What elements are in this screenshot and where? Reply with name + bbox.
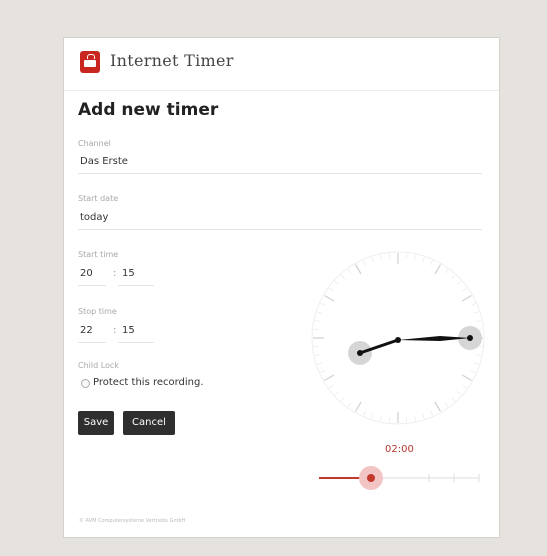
clock-tick bbox=[328, 287, 334, 292]
stop-time-label: Stop time bbox=[78, 307, 117, 316]
clock-tick bbox=[340, 274, 345, 279]
channel-underline bbox=[78, 173, 482, 174]
start-time-separator: : bbox=[113, 268, 117, 279]
clock-tick bbox=[457, 280, 462, 285]
protect-recording-label[interactable]: Protect this recording. bbox=[93, 377, 204, 388]
clock-tick bbox=[461, 374, 472, 382]
clock-tick bbox=[324, 294, 335, 302]
clock-tick bbox=[434, 264, 442, 275]
clock-tick bbox=[430, 260, 433, 266]
clock-tick bbox=[363, 260, 366, 266]
clock-tick bbox=[347, 402, 352, 408]
clock-tick bbox=[476, 319, 482, 322]
clock-tick bbox=[388, 253, 391, 259]
start-time-hour-underline bbox=[78, 285, 106, 286]
duration-readout: 02:00 bbox=[385, 444, 414, 455]
stop-time-hour-field[interactable]: 22 bbox=[80, 325, 93, 336]
clock-tick bbox=[462, 287, 468, 292]
clock-tick bbox=[379, 416, 382, 422]
clock-dial bbox=[311, 251, 485, 425]
start-time-hour-field[interactable]: 20 bbox=[80, 268, 93, 279]
start-hand-tip bbox=[357, 350, 363, 356]
slider-handle[interactable] bbox=[367, 474, 375, 482]
clock-tick bbox=[334, 391, 339, 396]
stop-time-minute-underline bbox=[118, 342, 154, 343]
start-date-field[interactable]: today bbox=[80, 212, 108, 223]
clock-tick bbox=[317, 362, 323, 365]
clock-tick bbox=[388, 417, 391, 423]
clock-tick bbox=[444, 402, 449, 408]
clock-tick bbox=[470, 370, 476, 373]
channel-label: Channel bbox=[78, 139, 111, 148]
clock-tick bbox=[313, 345, 319, 348]
clock-tick bbox=[313, 328, 319, 331]
clock-tick bbox=[347, 268, 352, 274]
start-time-minute-underline bbox=[118, 285, 154, 286]
start-date-underline bbox=[78, 229, 482, 230]
protect-recording-checkbox[interactable] bbox=[81, 379, 90, 388]
clock-tick bbox=[314, 319, 320, 322]
page-title: Add new timer bbox=[78, 100, 219, 120]
clock-tick bbox=[461, 294, 472, 302]
duration-slider[interactable] bbox=[314, 463, 484, 493]
clock-tick bbox=[430, 410, 433, 416]
clock-tick bbox=[434, 401, 442, 412]
clock-tick bbox=[328, 384, 334, 389]
app-header: Internet Timer bbox=[64, 38, 499, 91]
clock-tick bbox=[476, 354, 482, 357]
timer-card: Internet Timer Add new timer Channel Das… bbox=[63, 37, 500, 538]
clock-center-pin bbox=[395, 337, 401, 343]
clock-tick bbox=[444, 268, 449, 274]
clock-tick bbox=[473, 362, 479, 365]
channel-field[interactable]: Das Erste bbox=[80, 156, 128, 167]
clock-tick bbox=[451, 397, 456, 402]
clock-tick bbox=[354, 264, 362, 275]
app-title: Internet Timer bbox=[110, 51, 234, 70]
stop-time-hour-underline bbox=[78, 342, 106, 343]
clock-tick bbox=[354, 401, 362, 412]
clock-tick bbox=[371, 257, 374, 263]
clock-tick bbox=[324, 374, 335, 382]
clock-tick bbox=[457, 391, 462, 396]
clock-tick bbox=[470, 303, 476, 306]
clock-tick bbox=[473, 311, 479, 314]
stop-time-minute-field[interactable]: 15 bbox=[122, 325, 135, 336]
clock-tick bbox=[314, 354, 320, 357]
clock-tick bbox=[405, 417, 408, 423]
clock-tick bbox=[462, 384, 468, 389]
clock-tick bbox=[451, 274, 456, 279]
clock-tick bbox=[371, 413, 374, 419]
start-date-label: Start date bbox=[78, 194, 119, 203]
clock-tick bbox=[334, 280, 339, 285]
tv-icon bbox=[80, 51, 100, 73]
clock-tick bbox=[317, 311, 323, 314]
clock-tick bbox=[320, 370, 326, 373]
stop-hand-tip bbox=[467, 335, 473, 341]
clock-tick bbox=[379, 254, 382, 260]
start-time-minute-field[interactable]: 15 bbox=[122, 268, 135, 279]
start-time-label: Start time bbox=[78, 250, 119, 259]
child-lock-label: Child Lock bbox=[78, 361, 119, 370]
clock-tick bbox=[422, 413, 425, 419]
clock-tick bbox=[422, 257, 425, 263]
clock-tick bbox=[363, 410, 366, 416]
clock-tick bbox=[414, 254, 417, 260]
cancel-button[interactable]: Cancel bbox=[123, 411, 175, 435]
footer-copyright: © AVM Computersysteme Vertriebs GmbH bbox=[79, 518, 186, 524]
clock-tick bbox=[405, 253, 408, 259]
clock-tick bbox=[320, 303, 326, 306]
stop-time-separator: : bbox=[113, 325, 117, 336]
clock-tick bbox=[414, 416, 417, 422]
save-button[interactable]: Save bbox=[78, 411, 114, 435]
clock-tick bbox=[340, 397, 345, 402]
